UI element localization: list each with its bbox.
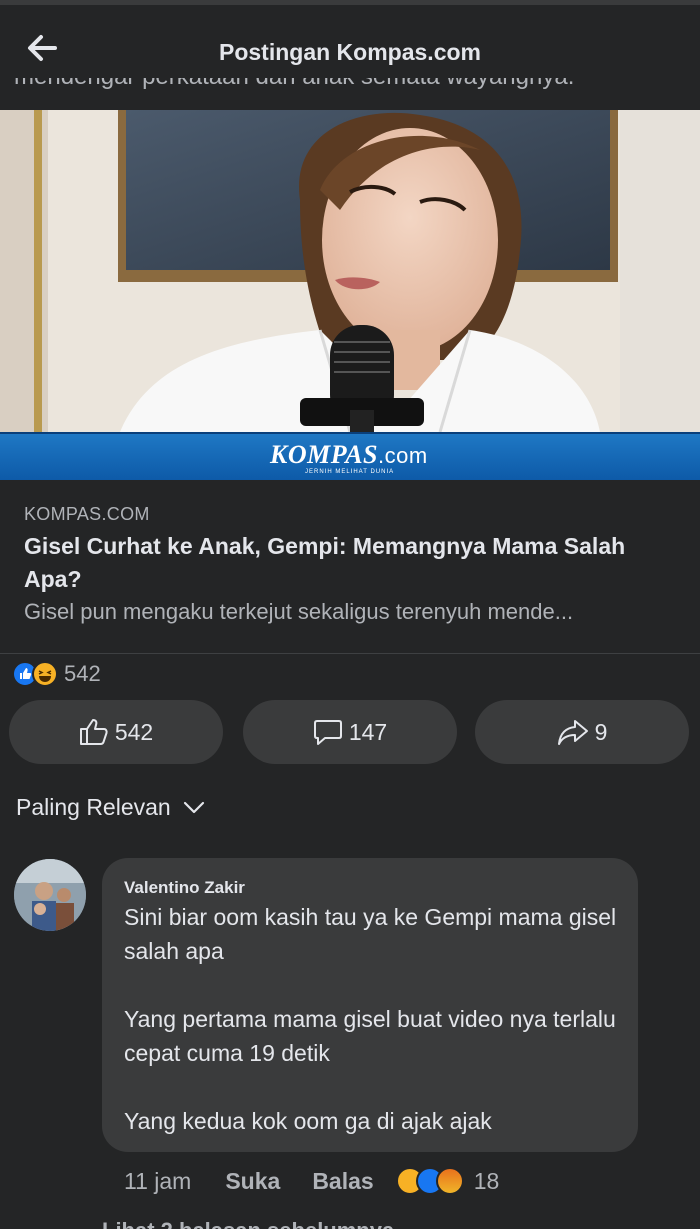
link-source: KOMPAS.COM [24, 504, 150, 524]
photo-woman-with-microphone [0, 110, 700, 480]
link-preview-card[interactable]: KOMPAS.COM Gisel Curhat ke Anak, Gempi: … [0, 480, 700, 654]
haha-icon [32, 661, 58, 687]
kompas-watermark-bar: KOMPAS.com JERNIH MELIHAT DUNIA [0, 432, 700, 480]
comment-paragraph: Sini biar oom kasih tau ya ke Gempi mama… [124, 904, 617, 964]
share-count: 9 [594, 718, 608, 745]
sort-label: Paling Relevan [16, 794, 171, 820]
top-bar: Postingan Kompas.com [0, 0, 700, 80]
link-title: Gisel Curhat ke Anak, Gempi: Memangnya M… [24, 533, 626, 592]
post-actions: 542 147 9 [9, 700, 691, 764]
reactions-count: 542 [64, 661, 101, 686]
reactions-summary[interactable]: 542 [12, 658, 101, 690]
chevron-down-icon [183, 801, 204, 813]
page-title: Postingan Kompas.com [219, 39, 481, 65]
angry-icon [435, 1167, 464, 1195]
share-button[interactable]: 9 [475, 700, 689, 764]
post-caption-clipped: mendengar perkataan dari anak semata way… [14, 78, 674, 98]
comment-paragraph: Yang kedua kok oom ga di ajak ajak [124, 1108, 492, 1134]
comment-time[interactable]: 11 jam [124, 1168, 191, 1195]
comment-reply-button[interactable]: Balas [312, 1168, 373, 1195]
like-count: 542 [114, 718, 154, 745]
comment-icon [313, 720, 342, 745]
comment-reaction-count: 18 [473, 1167, 500, 1194]
comment-bubble[interactable]: Valentino Zakir Sini biar oom kasih tau … [102, 858, 638, 1152]
comment-meta: 11 jam Suka Balas 18 [124, 1164, 499, 1198]
thumbs-up-icon [79, 719, 108, 745]
comment-like-button[interactable]: Suka [225, 1168, 280, 1195]
view-previous-replies-link[interactable]: Lihat 2 balasan sebelumnya [102, 1218, 402, 1229]
comment-count: 147 [348, 718, 388, 745]
comment-paragraph: Yang pertama mama gisel buat video nya t… [124, 1006, 616, 1066]
kompas-logo: KOMPAS.com [270, 440, 428, 469]
comment-sort-dropdown[interactable]: Paling Relevan [16, 794, 205, 821]
comment-author[interactable]: Valentino Zakir [124, 878, 245, 898]
share-arrow-icon [557, 720, 588, 745]
avatar[interactable] [14, 859, 86, 931]
comment-reactions[interactable]: 18 [395, 1167, 500, 1195]
link-preview-image[interactable]: KOMPAS.com JERNIH MELIHAT DUNIA [0, 110, 700, 480]
kompas-tagline: JERNIH MELIHAT DUNIA [305, 469, 395, 475]
comment-button[interactable]: 147 [243, 700, 457, 764]
like-button[interactable]: 542 [9, 700, 223, 764]
link-description: Gisel pun mengaku terkejut sekaligus ter… [24, 599, 574, 624]
